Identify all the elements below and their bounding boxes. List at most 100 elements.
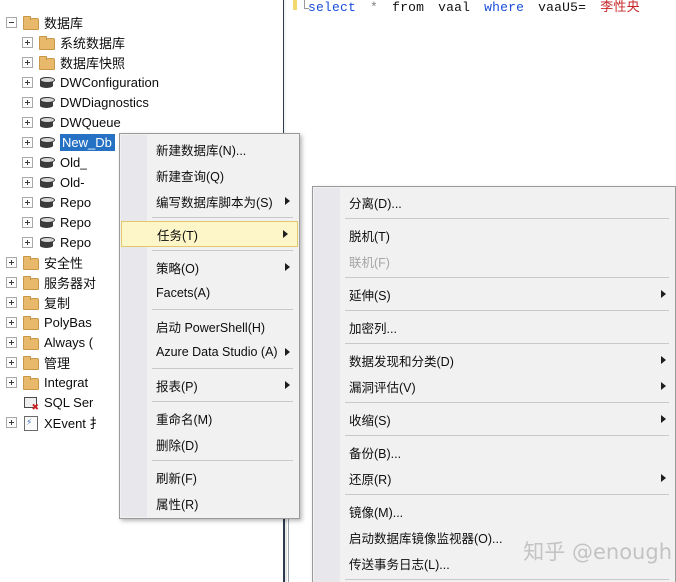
expand-icon[interactable]: [22, 96, 33, 108]
expand-icon[interactable]: [22, 56, 33, 68]
menu-separator: [152, 217, 293, 218]
menu-item[interactable]: 编写数据库脚本为(S): [120, 188, 299, 214]
menu-item-label: 延伸(S): [349, 288, 391, 303]
expand-icon[interactable]: [6, 356, 17, 368]
expand-icon[interactable]: [6, 376, 17, 388]
folder-icon: [38, 35, 55, 50]
database-icon: [38, 135, 55, 150]
menu-item[interactable]: 属性(R): [120, 490, 299, 516]
menu-item-label: 传送事务日志(L)...: [349, 557, 450, 572]
menu-item[interactable]: 启动 PowerShell(H): [120, 313, 299, 339]
tree-item-label: Old-: [60, 174, 85, 190]
menu-item[interactable]: 加密列...: [313, 314, 675, 340]
expand-icon[interactable]: [6, 296, 17, 308]
expand-icon[interactable]: [6, 316, 17, 328]
menu-item[interactable]: 数据发现和分类(D): [313, 347, 675, 373]
database-icon: [38, 155, 55, 170]
menu-separator: [345, 435, 669, 436]
database-icon: [38, 195, 55, 210]
tree-item[interactable]: 数据库快照: [0, 52, 283, 72]
menu-item-label: 新建查询(Q): [156, 169, 225, 184]
tree-item[interactable]: DWDiagnostics: [0, 92, 283, 112]
database-context-menu[interactable]: 新建数据库(N)... 新建查询(Q) 编写数据库脚本为(S) 任务(T) 策略(O) F…: [119, 133, 300, 519]
tree-item-label: DWConfiguration: [60, 74, 159, 90]
expand-icon[interactable]: [22, 176, 33, 188]
menu-separator: [345, 218, 669, 219]
menu-item[interactable]: 收缩(S): [313, 406, 675, 432]
xevent-icon: [22, 415, 39, 431]
menu-item[interactable]: 启动数据库镜像监视器(O)...: [313, 524, 675, 550]
tree-item-label: New_Db: [60, 133, 115, 151]
folder-icon: [38, 55, 55, 70]
menu-separator: [345, 402, 669, 403]
menu-item[interactable]: 延伸(S): [313, 281, 675, 307]
menu-separator: [345, 343, 669, 344]
menu-item[interactable]: 重命名(M): [120, 405, 299, 431]
submenu-arrow-icon: [285, 263, 290, 271]
menu-item[interactable]: 分离(D)...: [313, 189, 675, 215]
expand-icon[interactable]: [22, 136, 33, 148]
menu-item[interactable]: 删除(D): [120, 431, 299, 457]
menu-item[interactable]: 新建数据库(N)...: [120, 136, 299, 162]
expand-icon[interactable]: [6, 256, 17, 268]
menu-item[interactable]: 脱机(T): [313, 222, 675, 248]
folder-icon: [22, 275, 39, 290]
menu-separator: [152, 401, 293, 402]
database-icon: [38, 115, 55, 130]
menu-separator: [152, 250, 293, 251]
expand-icon[interactable]: [22, 36, 33, 48]
tree-item[interactable]: 系统数据库: [0, 32, 283, 52]
tasks-submenu[interactable]: 分离(D)... 脱机(T) 联机(F) 延伸(S) 加密列... 数据发现和分类(D) 漏…: [312, 186, 676, 582]
menu-item-label: 策略(O): [156, 261, 200, 276]
menu-item[interactable]: 报表(P): [120, 372, 299, 398]
menu-item[interactable]: 漏洞评估(V): [313, 373, 675, 399]
expand-icon[interactable]: [22, 156, 33, 168]
menu-item-label: 编写数据库脚本为(S): [156, 195, 273, 210]
menu-item[interactable]: 策略(O): [120, 254, 299, 280]
menu-item[interactable]: 新建查询(Q): [120, 162, 299, 188]
expand-icon[interactable]: [22, 196, 33, 208]
collapse-icon[interactable]: [6, 16, 17, 28]
menu-item-label: 任务(T): [157, 228, 198, 243]
tree-item[interactable]: 数据库: [0, 12, 283, 32]
tree-item-label: 复制: [44, 295, 71, 311]
menu-item[interactable]: 传送事务日志(L)...: [313, 550, 675, 576]
menu-item-label: 新建数据库(N)...: [156, 143, 247, 158]
submenu-arrow-icon: [285, 197, 290, 205]
menu-item-label: 备份(B)...: [349, 446, 402, 461]
menu-item[interactable]: 刷新(F): [120, 464, 299, 490]
menu-item[interactable]: Azure Data Studio (A): [120, 339, 299, 365]
menu-separator: [152, 460, 293, 461]
menu-item: 联机(F): [313, 248, 675, 274]
sql-keyword-where: where: [484, 0, 525, 15]
expand-icon[interactable]: [22, 116, 33, 128]
sql-keyword-from: from: [392, 0, 425, 15]
submenu-arrow-icon: [283, 230, 288, 238]
menu-item[interactable]: Facets(A): [120, 280, 299, 306]
menu-item-label: Azure Data Studio (A): [156, 345, 278, 359]
tree-item-label: SQL Ser: [44, 394, 94, 410]
expand-icon[interactable]: [6, 416, 17, 428]
menu-item[interactable]: 还原(R): [313, 465, 675, 491]
expand-icon[interactable]: [6, 336, 17, 348]
sql-statement-line[interactable]: select * from vaal where vaaU5= 李性央: [308, 0, 646, 15]
sql-star: *: [370, 0, 379, 15]
submenu-arrow-icon: [661, 415, 666, 423]
menu-item[interactable]: 镜像(M)...: [313, 498, 675, 524]
expand-icon[interactable]: [22, 76, 33, 88]
menu-item-label: 报表(P): [156, 379, 198, 394]
expand-icon[interactable]: [22, 236, 33, 248]
submenu-arrow-icon: [661, 290, 666, 298]
tree-item-label: XEvent 扌: [44, 415, 103, 431]
tree-item[interactable]: DWQueue: [0, 112, 283, 132]
menu-item-label: 重命名(M): [156, 412, 213, 427]
folder-icon: [22, 315, 39, 330]
expand-icon[interactable]: [22, 216, 33, 228]
menu-item-label: 脱机(T): [349, 229, 390, 244]
sql-agent-icon: [22, 395, 39, 412]
menu-item[interactable]: 备份(B)...: [313, 439, 675, 465]
tree-item[interactable]: DWConfiguration: [0, 72, 283, 92]
menu-item-label: 刷新(F): [156, 471, 197, 486]
expand-icon[interactable]: [6, 276, 17, 288]
menu-item[interactable]: 任务(T): [121, 221, 298, 247]
